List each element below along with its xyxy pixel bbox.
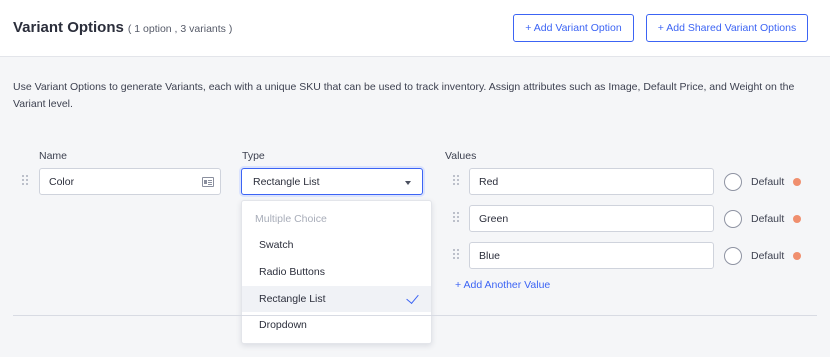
remove-value-icon[interactable]: [793, 252, 801, 260]
option-type-selected-value: Rectangle List: [253, 175, 320, 188]
value-drag-handle-icon[interactable]: [453, 175, 461, 187]
default-radio-icon[interactable]: [724, 173, 742, 191]
default-radio-icon[interactable]: [724, 247, 742, 265]
dropdown-item-label: Rectangle List: [259, 293, 326, 305]
option-drag-handle-icon[interactable]: [22, 175, 30, 187]
add-another-value-link[interactable]: + Add Another Value: [455, 279, 550, 291]
value-drag-handle-icon[interactable]: [453, 212, 461, 224]
dropdown-item-label: Radio Buttons: [259, 266, 325, 278]
title-text: Variant Options: [13, 19, 124, 36]
card-icon: [202, 177, 214, 187]
dropdown-item-label: Swatch: [259, 239, 294, 251]
add-shared-variant-options-button[interactable]: + Add Shared Variant Options: [646, 14, 808, 42]
dropdown-item-rectangle-list[interactable]: Rectangle List: [242, 286, 431, 312]
value-text: Green: [479, 212, 509, 225]
dropdown-item-swatch[interactable]: Swatch: [242, 232, 431, 258]
values-column-label: Values: [445, 150, 477, 162]
default-label: Default: [751, 176, 785, 188]
remove-value-icon[interactable]: [793, 178, 801, 186]
value-text: Blue: [479, 249, 501, 262]
default-radio-icon[interactable]: [724, 210, 742, 228]
name-column-label: Name: [39, 150, 68, 162]
value-drag-handle-icon[interactable]: [453, 249, 461, 261]
check-icon: [406, 291, 419, 304]
value-input-green[interactable]: Green: [469, 205, 714, 232]
value-text: Red: [479, 175, 499, 188]
option-name-value: Color: [49, 175, 75, 188]
option-name-input[interactable]: Color: [39, 168, 221, 195]
section-divider: [13, 315, 817, 316]
value-input-blue[interactable]: Blue: [469, 242, 714, 269]
description-text: Use Variant Options to generate Variants…: [13, 81, 795, 110]
add-variant-option-button[interactable]: + Add Variant Option: [513, 14, 634, 42]
variant-count-subtitle: ( 1 option , 3 variants ): [127, 23, 233, 35]
default-label: Default: [751, 213, 785, 225]
default-label: Default: [751, 250, 785, 262]
type-column-label: Type: [242, 150, 265, 162]
dropdown-item-radio-buttons[interactable]: Radio Buttons: [242, 259, 431, 285]
remove-value-icon[interactable]: [793, 215, 801, 223]
page-title: Variant Options( 1 option , 3 variants ): [13, 19, 232, 36]
option-type-dropdown: Multiple Choice Swatch Radio Buttons Rec…: [241, 200, 432, 344]
option-type-select[interactable]: Rectangle List: [241, 168, 423, 195]
dropdown-item-label: Dropdown: [259, 319, 307, 331]
value-input-red[interactable]: Red: [469, 168, 714, 195]
caret-down-icon: [405, 181, 411, 185]
page-header: Variant Options( 1 option , 3 variants )…: [0, 0, 830, 57]
dropdown-group-label: Multiple Choice: [255, 213, 327, 225]
